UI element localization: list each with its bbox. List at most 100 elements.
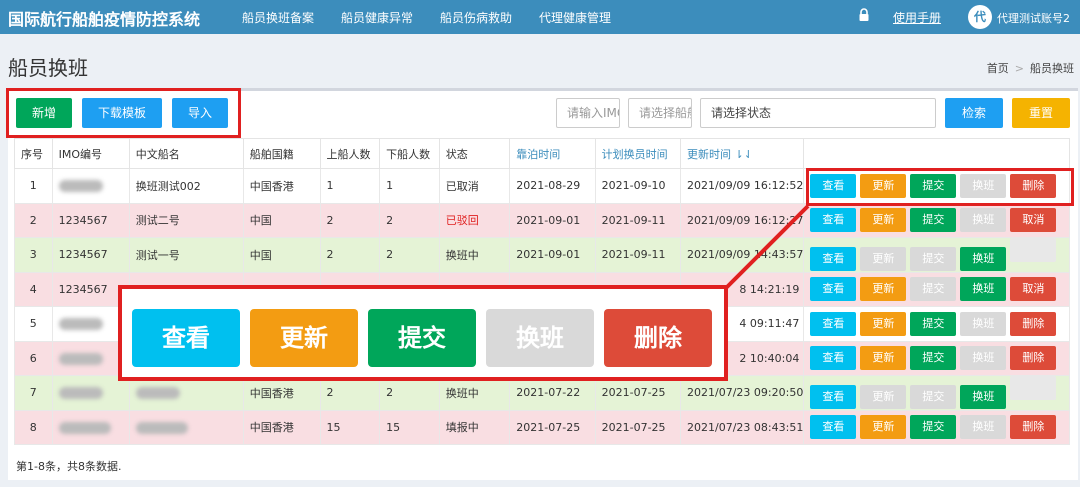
row-leave-count: 15 [379, 409, 440, 445]
nav-crew-injury-rescue[interactable]: 船员伤病救助 [440, 9, 512, 26]
row-actions: 查看 更新 提交 换班 [803, 237, 1070, 273]
table-row: 3 1234567 测试一号 中国 2 2 换班中 2021-09-01 202… [14, 237, 1070, 273]
submit-button-disabled[interactable]: 提交 [910, 247, 957, 272]
view-button[interactable]: 查看 [810, 208, 857, 233]
row-berth-time: 2021-09-01 [509, 202, 596, 238]
breadcrumb-home[interactable]: 首页 [987, 62, 1009, 75]
search-button[interactable]: 检索 [945, 98, 1003, 128]
row-status: 已驳回 [438, 202, 511, 238]
row-status: 填报中 [438, 409, 511, 445]
delete-button[interactable]: 删除 [1010, 415, 1057, 440]
view-button[interactable]: 查看 [810, 247, 857, 272]
row-imo: 1234567 [51, 202, 130, 238]
update-button[interactable]: 更新 [860, 346, 907, 371]
update-button[interactable]: 更新 [860, 311, 907, 336]
cancel-button[interactable]: 取消 [1010, 277, 1057, 302]
update-button-disabled[interactable]: 更新 [860, 247, 907, 272]
user-name[interactable]: 代理测试账号2 [997, 10, 1070, 26]
zoom-submit-button[interactable]: 提交 [368, 309, 476, 367]
imo-search-input[interactable]: 请输入IMO [556, 98, 620, 128]
col-berth-time[interactable]: 靠泊时间 [509, 138, 596, 169]
col-imo: IMO编号 [51, 138, 130, 169]
row-plan-time: 2021-09-11 [594, 202, 682, 238]
zoom-view-button[interactable]: 查看 [132, 309, 240, 367]
submit-button[interactable]: 提交 [910, 208, 957, 233]
table-row: 2 1234567 测试二号 中国 2 2 已驳回 2021-09-01 202… [14, 202, 1070, 238]
row-berth-time: 2021-07-25 [509, 409, 596, 445]
ship-select[interactable]: 请选择船舶 [628, 98, 692, 128]
update-button[interactable]: 更新 [860, 208, 907, 233]
submit-button[interactable]: 提交 [910, 346, 957, 371]
row-index: 4 [14, 271, 53, 307]
row-nationality: 中国 [242, 202, 321, 238]
breadcrumb-current: 船员换班 [1030, 62, 1074, 75]
update-button[interactable]: 更新 [860, 277, 907, 302]
user-manual-link[interactable]: 使用手册 [893, 9, 941, 26]
row-imo [51, 409, 130, 445]
cancel-button[interactable]: 取消 [1010, 208, 1057, 233]
delete-button[interactable]: 删除 [1010, 311, 1057, 336]
row-index: 2 [14, 202, 53, 238]
lock-icon[interactable] [858, 8, 870, 22]
breadcrumb: 首页 > 船员换班 [986, 62, 1074, 75]
redacted-ship-name [135, 421, 188, 434]
reset-button[interactable]: 重置 [1012, 98, 1070, 128]
row-board-count: 2 [319, 202, 381, 238]
row-index: 8 [14, 409, 53, 445]
redacted-imo [58, 352, 103, 365]
row-index: 3 [14, 237, 53, 273]
shift-change-button[interactable]: 换班 [960, 277, 1007, 302]
row-leave-count: 2 [379, 237, 440, 273]
view-button[interactable]: 查看 [810, 385, 857, 410]
col-updated-time[interactable]: 更新时间 ⇂⇃ [680, 138, 805, 169]
row-actions: 查看 更新 提交 换班 删除 [803, 340, 1070, 376]
row-actions: 查看 更新 提交 换班 取消 [803, 271, 1070, 307]
row-updated-time: 2021/09/09 16:12:52 [680, 168, 805, 204]
shift-change-button[interactable]: 换班 [960, 346, 1007, 371]
zoom-shift-change-button[interactable]: 换班 [486, 309, 594, 367]
table-header-row: 序号 IMO编号 中文船名 船舶国籍 上船人数 下船人数 状态 靠泊时间 计划换… [14, 138, 1070, 169]
row-actions: 查看 更新 提交 换班 取消 [803, 202, 1070, 238]
submit-button-disabled[interactable]: 提交 [910, 385, 957, 410]
zoom-update-button[interactable]: 更新 [250, 309, 358, 367]
action-buttons-zoom-callout: 查看 更新 提交 换班 删除 [118, 285, 728, 381]
avatar[interactable]: 代 [968, 5, 992, 29]
redacted-imo [58, 387, 103, 400]
shift-change-button[interactable]: 换班 [960, 247, 1007, 272]
delete-button[interactable]: 删除 [1010, 346, 1057, 371]
row-berth-time: 2021-09-01 [509, 237, 596, 273]
nav-agent-health-mgmt[interactable]: 代理健康管理 [539, 9, 611, 26]
row-status: 换班中 [438, 237, 511, 273]
shift-change-button[interactable]: 换班 [960, 415, 1007, 440]
row-actions: 查看 更新 提交 换班 删除 [803, 306, 1070, 342]
row-index: 5 [14, 306, 53, 342]
submit-button[interactable]: 提交 [910, 311, 957, 336]
empty-action-slot [1010, 238, 1057, 263]
row-berth-time: 2021-08-29 [509, 168, 596, 204]
view-button[interactable]: 查看 [810, 415, 857, 440]
shift-change-button[interactable]: 换班 [960, 385, 1007, 410]
nav-crew-change-record[interactable]: 船员换班备案 [242, 9, 314, 26]
col-status: 状态 [438, 138, 511, 169]
shift-change-button[interactable]: 换班 [960, 208, 1007, 233]
update-button[interactable]: 更新 [860, 415, 907, 440]
row-ship-name: 测试一号 [128, 237, 244, 273]
submit-button-disabled[interactable]: 提交 [910, 277, 957, 302]
view-button[interactable]: 查看 [810, 277, 857, 302]
view-button[interactable]: 查看 [810, 346, 857, 371]
zoom-delete-button[interactable]: 删除 [604, 309, 712, 367]
row-index: 7 [14, 375, 53, 411]
update-button-disabled[interactable]: 更新 [860, 385, 907, 410]
nav-crew-health-abnormal[interactable]: 船员健康异常 [341, 9, 413, 26]
col-plan-time[interactable]: 计划换员时间 [594, 138, 682, 169]
row-leave-count: 2 [379, 202, 440, 238]
row-leave-count: 1 [379, 168, 440, 204]
app-title[interactable]: 国际航行船舶疫情防控系统 [8, 6, 200, 30]
row-board-count: 2 [319, 237, 381, 273]
status-select[interactable]: 请选择状态 [700, 98, 936, 128]
view-button[interactable]: 查看 [810, 311, 857, 336]
submit-button[interactable]: 提交 [910, 415, 957, 440]
shift-change-button[interactable]: 换班 [960, 311, 1007, 336]
redacted-imo [58, 180, 103, 193]
redacted-imo [58, 318, 103, 331]
